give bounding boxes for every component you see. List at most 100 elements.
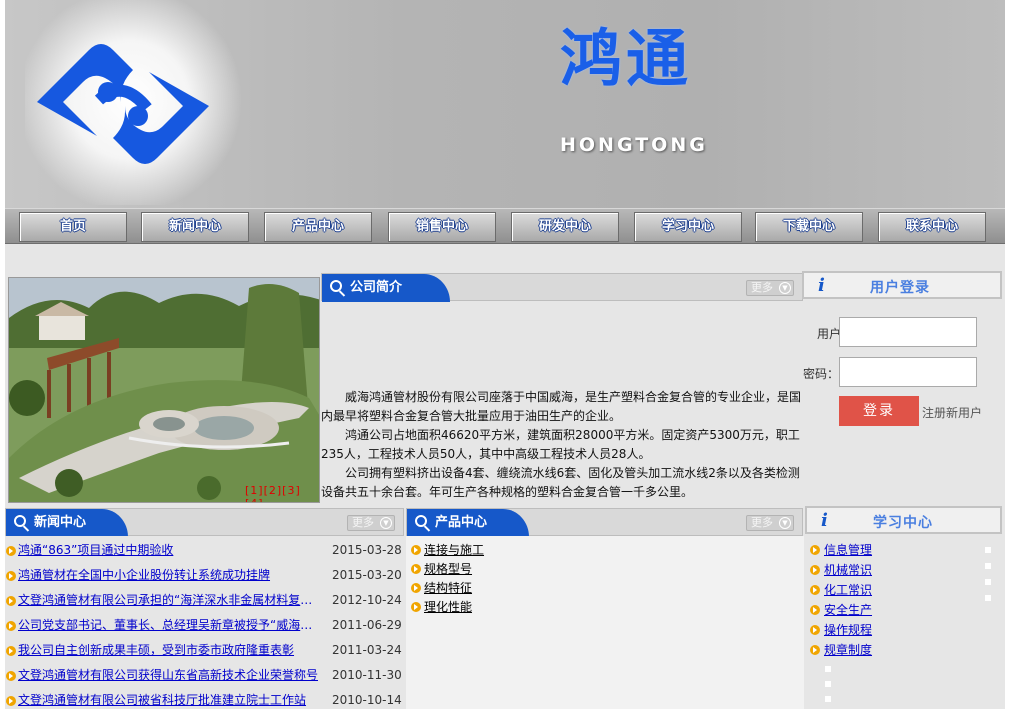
register-link[interactable]: 注册新用户 <box>922 404 982 421</box>
login-panel: 用户 密码： 登录 注册新用户 <box>803 300 1005 505</box>
bullet-arrow-icon <box>411 583 421 593</box>
products-header: 产品中心 更多 ▼ <box>406 508 803 537</box>
news-more-button[interactable]: 更多 ▼ <box>347 515 395 531</box>
info-icon: i <box>821 510 828 531</box>
news-item-title[interactable]: 鸿通“863”项目通过中期验收 <box>18 538 318 563</box>
news-item-date: 2012-10-24 <box>332 593 402 607</box>
bullet-arrow-icon <box>6 621 16 631</box>
placeholder-square <box>825 696 831 702</box>
magnifier-icon <box>14 515 26 527</box>
products-title: 产品中心 <box>435 515 488 530</box>
slideshow-photo[interactable]: [1][2][3][4] <box>8 277 320 503</box>
slideshow-pager[interactable]: [1][2][3][4] <box>245 484 319 502</box>
bullet-arrow-icon <box>810 625 820 635</box>
placeholder-square <box>985 595 991 601</box>
bullet-arrow-icon <box>6 546 16 556</box>
bullet-arrow-icon <box>810 565 820 575</box>
about-paragraph: 鸿通公司占地面积46620平方米，建筑面积28000平方米。固定资产5300万元… <box>321 428 800 461</box>
chevron-down-icon: ▼ <box>779 517 791 529</box>
password-input[interactable] <box>839 357 977 387</box>
about-paragraph: 公司拥有塑料挤出设备4套、缠绕流水线6套、固化及管头加工流水线2条以及各类检测设… <box>321 466 800 499</box>
bullet-arrow-icon <box>810 645 820 655</box>
bullet-arrow-icon <box>6 596 16 606</box>
news-item-date: 2010-10-14 <box>332 693 402 707</box>
chevron-down-icon: ▼ <box>380 517 392 529</box>
news-item-title[interactable]: 文登鸿通管材有限公司承担的“海洋深水非金属材料复合… <box>18 588 318 613</box>
news-item-date: 2011-06-29 <box>332 618 402 632</box>
news-item: 鸿通管材在全国中小企业股份转让系统成功挂牌 2015-03-20 <box>5 563 404 588</box>
bullet-arrow-icon <box>810 545 820 555</box>
placeholder-square <box>825 666 831 672</box>
about-more-button[interactable]: 更多 ▼ <box>746 280 794 296</box>
news-tab: 新闻中心 <box>6 509 128 537</box>
products-list: 连接与施工 规格型号 结构特征 理化性能 <box>406 536 804 709</box>
news-item-title[interactable]: 文登鸿通管材有限公司被省科技厅批准建立院士工作站 <box>18 688 318 709</box>
bullet-arrow-icon <box>810 605 820 615</box>
brand-name-cn: 鸿通 <box>560 22 693 95</box>
company-logo-icon <box>37 44 209 164</box>
password-label: 密码： <box>803 367 840 381</box>
news-item: 文登鸿通管材有限公司获得山东省高新技术企业荣誉称号 2010-11-30 <box>5 663 404 688</box>
login-button[interactable]: 登录 <box>839 396 919 426</box>
news-item-date: 2015-03-20 <box>332 568 402 582</box>
news-item-title[interactable]: 鸿通管材在全国中小企业股份转让系统成功挂牌 <box>18 563 318 588</box>
magnifier-icon <box>330 280 342 292</box>
learning-link[interactable]: 规章制度 <box>824 640 872 660</box>
about-text: 威海鸿通管材股份有限公司座落于中国威海，是生产塑料合金复合管的专业企业，是国内最… <box>321 388 803 502</box>
about-body: 威海鸿通管材股份有限公司座落于中国威海，是生产塑料合金复合管的专业企业，是国内最… <box>321 304 805 503</box>
bullet-arrow-icon <box>411 602 421 612</box>
garden-fountain-image <box>9 278 319 502</box>
bullet-arrow-icon <box>6 571 16 581</box>
products-tab: 产品中心 <box>407 509 529 537</box>
news-title: 新闻中心 <box>34 515 87 530</box>
learning-title: 学习中心 <box>873 515 933 531</box>
nav-home[interactable]: 首页 <box>19 212 127 242</box>
nav-sales[interactable]: 销售中心 <box>388 212 496 242</box>
news-item-date: 2010-11-30 <box>332 668 402 682</box>
nav-learning[interactable]: 学习中心 <box>634 212 742 242</box>
header-banner: 鸿通 HONGTONG <box>5 0 1005 208</box>
placeholder-square <box>985 547 991 553</box>
news-item: 文登鸿通管材有限公司承担的“海洋深水非金属材料复合… 2012-10-24 <box>5 588 404 613</box>
nav-rnd[interactable]: 研发中心 <box>511 212 619 242</box>
learning-link[interactable]: 操作规程 <box>824 620 872 640</box>
nav-download[interactable]: 下载中心 <box>755 212 863 242</box>
news-item-title[interactable]: 公司党支部书记、董事长、总经理吴新章被授予“威海市… <box>18 613 318 638</box>
products-more-button[interactable]: 更多 ▼ <box>746 515 794 531</box>
learning-link[interactable]: 信息管理 <box>824 540 872 560</box>
login-title: 用户登录 <box>870 280 930 296</box>
page: 鸿通 HONGTONG 首页 新闻中心 产品中心 销售中心 研发中心 学习中心 … <box>5 0 1005 709</box>
news-item: 公司党支部书记、董事长、总经理吴新章被授予“威海市… 2011-06-29 <box>5 613 404 638</box>
product-link[interactable]: 结构特征 <box>424 579 472 598</box>
placeholder-square <box>985 579 991 585</box>
news-item: 文登鸿通管材有限公司被省科技厅批准建立院士工作站 2010-10-14 <box>5 688 404 709</box>
brand-name-en: HONGTONG <box>560 134 708 156</box>
bullet-arrow-icon <box>6 646 16 656</box>
spacer-band <box>5 245 1005 271</box>
product-link[interactable]: 规格型号 <box>424 560 472 579</box>
placeholder-square <box>825 681 831 687</box>
news-item-date: 2015-03-28 <box>332 543 402 557</box>
news-item-title[interactable]: 文登鸿通管材有限公司获得山东省高新技术企业荣誉称号 <box>18 663 318 688</box>
magnifier-icon <box>415 515 427 527</box>
username-input[interactable] <box>839 317 977 347</box>
about-paragraph: 威海鸿通管材股份有限公司座落于中国威海，是生产塑料合金复合管的专业企业，是国内最… <box>321 390 802 423</box>
learning-link[interactable]: 化工常识 <box>824 580 872 600</box>
main-navigation: 首页 新闻中心 产品中心 销售中心 研发中心 学习中心 下载中心 联系中心 <box>5 208 1005 244</box>
nav-contact[interactable]: 联系中心 <box>878 212 986 242</box>
news-item-title[interactable]: 我公司自主创新成果丰硕，受到市委市政府隆重表彰 <box>18 638 318 663</box>
news-list: 鸿通“863”项目通过中期验收 2015-03-28 鸿通管材在全国中小企业股份转… <box>5 536 404 709</box>
learning-link[interactable]: 机械常识 <box>824 560 872 580</box>
username-label: 用户 <box>817 327 842 341</box>
product-link[interactable]: 连接与施工 <box>424 541 484 560</box>
product-link[interactable]: 理化性能 <box>424 598 472 617</box>
about-more-label: 更多 <box>751 281 773 294</box>
bullet-arrow-icon <box>411 545 421 555</box>
nav-news[interactable]: 新闻中心 <box>141 212 249 242</box>
login-header: i 用户登录 <box>802 271 1002 299</box>
bullet-arrow-icon <box>6 671 16 681</box>
nav-products[interactable]: 产品中心 <box>264 212 372 242</box>
chevron-down-icon: ▼ <box>779 282 791 294</box>
news-more-label: 更多 <box>352 516 374 529</box>
learning-link[interactable]: 安全生产 <box>824 600 872 620</box>
